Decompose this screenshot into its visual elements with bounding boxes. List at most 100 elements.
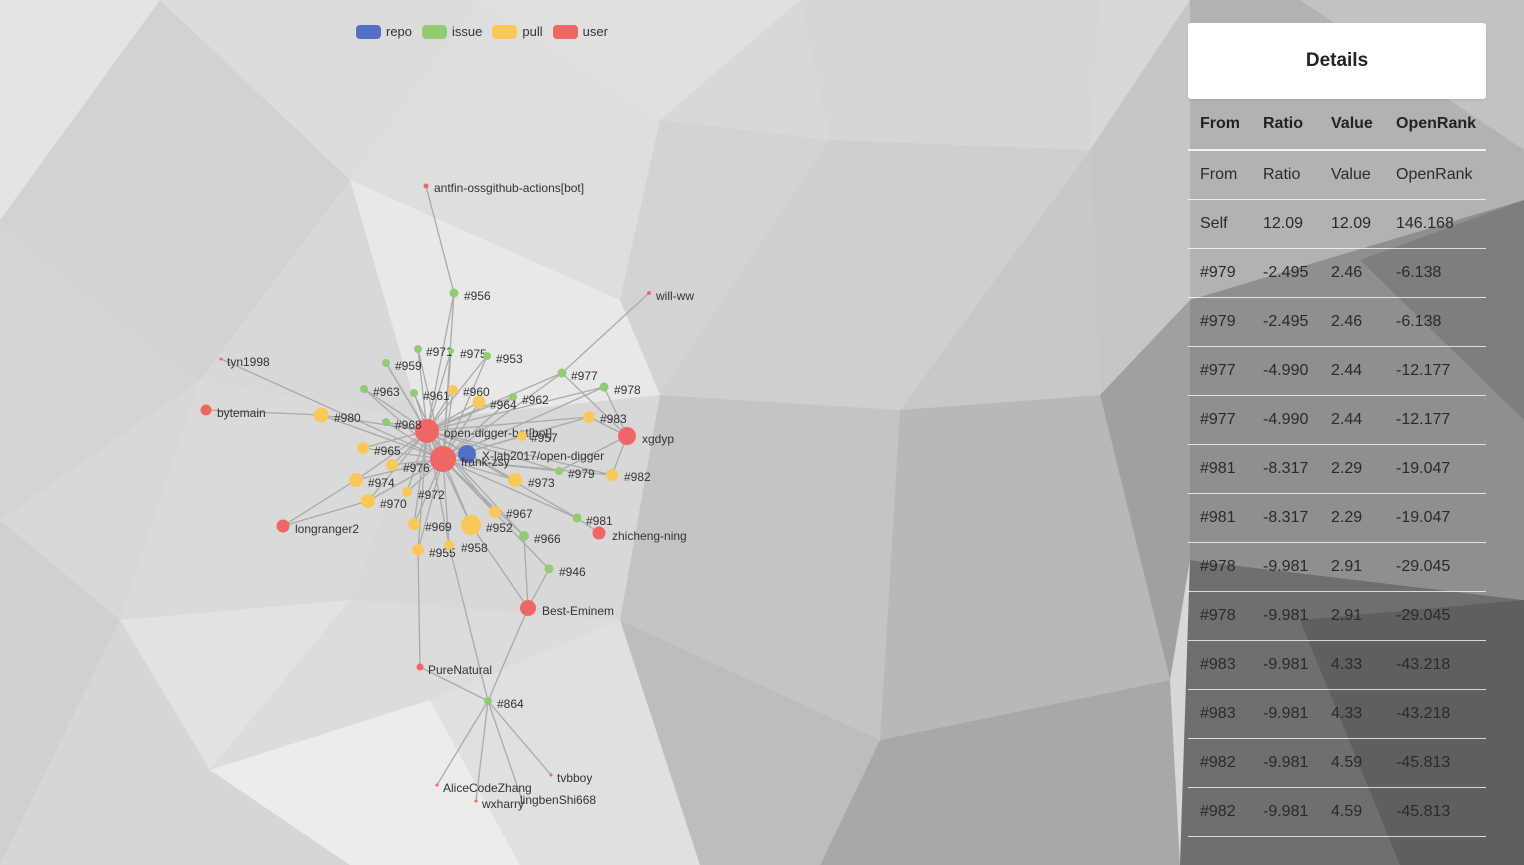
graph-node-user[interactable]: zhicheng-ning bbox=[592, 526, 687, 544]
graph-node-issue[interactable]: #961 bbox=[410, 389, 450, 403]
details-table: From Ratio Value OpenRank From Ratio Value… bbox=[1188, 99, 1486, 837]
graph-node-pull[interactable]: #973 bbox=[508, 473, 555, 490]
graph-node-circle[interactable] bbox=[517, 431, 527, 441]
graph-link bbox=[561, 292, 650, 374]
graph-node-circle[interactable] bbox=[583, 411, 595, 423]
graph-node-circle[interactable] bbox=[412, 544, 424, 556]
network-graph[interactable]: X-lab2017/open-diggerfrank-zsyopen-digge… bbox=[0, 0, 1180, 865]
graph-node-pull[interactable]: #982 bbox=[606, 469, 651, 484]
graph-node-circle[interactable] bbox=[449, 288, 459, 298]
graph-node-circle[interactable] bbox=[572, 513, 582, 523]
graph-node-user[interactable]: AliceCodeZhang bbox=[435, 781, 532, 795]
graph-node-user[interactable]: Best-Eminem bbox=[520, 600, 614, 618]
graph-node-circle[interactable] bbox=[408, 518, 420, 530]
graph-node-issue[interactable]: #959 bbox=[382, 359, 422, 373]
graph-node-pull[interactable]: #967 bbox=[489, 506, 533, 521]
graph-node-pull[interactable]: #957 bbox=[517, 431, 558, 445]
graph-node-issue[interactable]: #981 bbox=[572, 513, 614, 529]
graph-node-circle[interactable] bbox=[430, 446, 456, 472]
graph-node-issue[interactable]: #975 bbox=[448, 347, 487, 361]
graph-node-circle[interactable] bbox=[472, 395, 486, 409]
graph-node-circle[interactable] bbox=[313, 407, 329, 423]
graph-node-circle[interactable] bbox=[386, 459, 398, 471]
graph-node-issue[interactable]: #946 bbox=[544, 564, 587, 580]
graph-node-user[interactable]: wxharry bbox=[474, 797, 525, 811]
graph-node-issue[interactable]: #864 bbox=[484, 697, 524, 711]
legend-item-user[interactable]: user bbox=[552, 24, 608, 39]
graph-node-user[interactable]: tvbboy bbox=[549, 771, 593, 785]
graph-node-label: frank-zsy bbox=[461, 455, 510, 469]
graph-node-circle[interactable] bbox=[410, 389, 418, 397]
column-header-from: From bbox=[1188, 99, 1251, 151]
graph-node-label: #964 bbox=[490, 398, 517, 412]
graph-node-pull[interactable]: #969 bbox=[408, 518, 452, 534]
graph-node-issue[interactable]: #953 bbox=[483, 352, 523, 366]
legend-item-repo[interactable]: repo bbox=[356, 24, 412, 39]
graph-node-user[interactable]: tyn1998 bbox=[219, 355, 271, 369]
graph-node-issue[interactable]: #979 bbox=[555, 467, 595, 481]
table-cell: #978 bbox=[1188, 542, 1251, 592]
table-cell: -2.495 bbox=[1251, 248, 1319, 298]
graph-node-circle[interactable] bbox=[484, 697, 492, 705]
graph-node-circle[interactable] bbox=[416, 663, 424, 671]
graph-node-circle[interactable] bbox=[544, 564, 554, 574]
graph-node-circle[interactable] bbox=[423, 183, 429, 189]
graph-node-circle[interactable] bbox=[474, 799, 478, 803]
graph-node-circle[interactable] bbox=[519, 531, 529, 541]
graph-node-circle[interactable] bbox=[520, 600, 536, 616]
table-cell: -6.138 bbox=[1384, 248, 1486, 298]
graph-node-circle[interactable] bbox=[448, 385, 458, 395]
graph-node-pull[interactable]: #983 bbox=[583, 411, 627, 426]
graph-node-circle[interactable] bbox=[219, 357, 223, 361]
graph-node-label: #983 bbox=[600, 412, 627, 426]
graph-node-user[interactable]: xgdyp bbox=[618, 427, 674, 446]
graph-node-pull[interactable]: #974 bbox=[349, 473, 395, 490]
graph-node-circle[interactable] bbox=[357, 442, 369, 454]
graph-node-circle[interactable] bbox=[361, 494, 375, 508]
graph-node-circle[interactable] bbox=[414, 345, 422, 353]
graph-node-issue[interactable]: #963 bbox=[360, 385, 400, 399]
graph-node-circle[interactable] bbox=[448, 348, 454, 354]
graph-node-circle[interactable] bbox=[606, 469, 618, 481]
graph-node-circle[interactable] bbox=[276, 519, 290, 533]
graph-node-circle[interactable] bbox=[508, 473, 522, 487]
graph-node-circle[interactable] bbox=[382, 359, 390, 367]
graph-node-circle[interactable] bbox=[647, 291, 651, 295]
table-cell: From bbox=[1188, 150, 1251, 200]
graph-node-user[interactable]: will-ww bbox=[647, 289, 694, 303]
graph-node-circle[interactable] bbox=[618, 427, 636, 445]
graph-node-issue[interactable]: #977 bbox=[557, 368, 599, 384]
graph-node-circle[interactable] bbox=[483, 352, 491, 360]
legend-item-pull[interactable]: pull bbox=[492, 24, 543, 39]
graph-node-user[interactable]: antfin-ossgithub-actions[bot] bbox=[423, 181, 585, 195]
graph-node-circle[interactable] bbox=[402, 487, 412, 497]
graph-node-circle[interactable] bbox=[382, 418, 390, 426]
graph-node-label: #970 bbox=[380, 497, 407, 511]
graph-node-circle[interactable] bbox=[555, 467, 563, 475]
graph-node-circle[interactable] bbox=[489, 506, 501, 518]
legend-item-issue[interactable]: issue bbox=[422, 24, 482, 39]
graph-node-user[interactable]: PureNatural bbox=[416, 663, 493, 677]
graph-node-circle[interactable] bbox=[435, 783, 439, 787]
graph-node-circle[interactable] bbox=[557, 368, 567, 378]
graph-node-issue[interactable]: #978 bbox=[599, 382, 642, 398]
graph-node-circle[interactable] bbox=[592, 526, 606, 540]
table-row: #978 -9.981 2.91 -29.045 bbox=[1188, 542, 1486, 592]
graph-node-pull[interactable]: #964 bbox=[472, 395, 518, 413]
graph-node-circle[interactable] bbox=[444, 540, 454, 550]
graph-node-circle[interactable] bbox=[360, 385, 368, 393]
graph-node-circle[interactable] bbox=[461, 515, 481, 535]
graph-node-circle[interactable] bbox=[349, 473, 363, 487]
graph-node-user[interactable]: bytemain bbox=[200, 404, 266, 421]
graph-node-pull[interactable]: #980 bbox=[313, 407, 362, 426]
graph-node-circle[interactable] bbox=[599, 382, 609, 392]
graph-node-pull[interactable]: #972 bbox=[402, 487, 445, 502]
graph-node-pull[interactable]: #965 bbox=[357, 442, 401, 458]
graph-node-user[interactable]: lingbenShi668 bbox=[520, 793, 596, 807]
graph-node-issue[interactable]: #956 bbox=[449, 288, 492, 304]
graph-node-circle[interactable] bbox=[549, 773, 553, 777]
graph-node-circle[interactable] bbox=[200, 404, 212, 416]
graph-node-issue[interactable]: #968 bbox=[382, 418, 422, 432]
graph-node-pull[interactable]: #970 bbox=[361, 494, 407, 511]
table-row: From Ratio Value OpenRank bbox=[1188, 150, 1486, 200]
